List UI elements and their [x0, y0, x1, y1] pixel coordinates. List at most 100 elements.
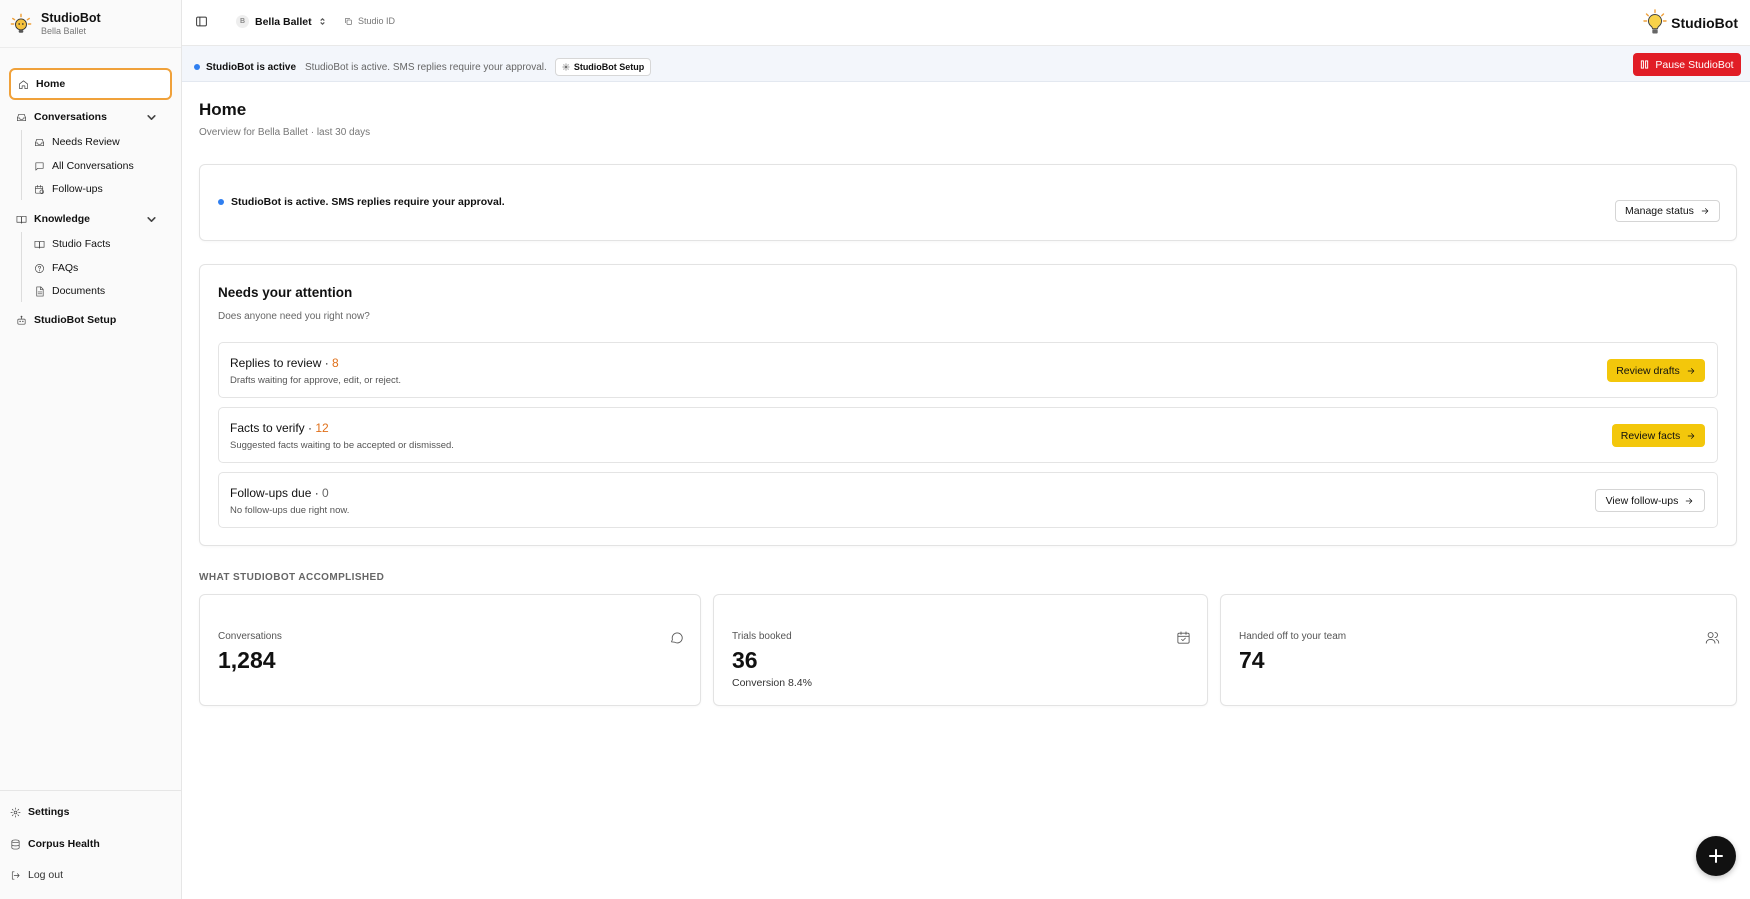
stat-conversion: Conversion 8.4% [732, 677, 812, 689]
studio-id-button[interactable]: Studio ID [344, 16, 395, 26]
studiobot-logo-icon [10, 13, 32, 33]
row-title: Follow-ups due · 0 [230, 486, 329, 500]
arrow-right-icon [1688, 432, 1695, 439]
brand-name: StudioBot [41, 10, 101, 25]
attention-row-follow-ups: Follow-ups due · 0 No follow-ups due rig… [218, 472, 1718, 528]
workspace-name: Bella Ballet [255, 15, 312, 28]
review-facts-button[interactable]: Review facts [1612, 424, 1705, 447]
top-bar: B Bella Ballet Studio ID StudioBot [182, 0, 1750, 46]
chevron-down-icon [147, 216, 156, 222]
row-title-text: Replies to review · [230, 356, 333, 370]
pause-studiobot-button[interactable]: Pause StudioBot [1633, 53, 1741, 76]
inbox-icon [17, 113, 26, 121]
stat-value: 36 [732, 647, 758, 673]
message-square-icon [35, 161, 44, 171]
row-title-text: Follow-ups due · [230, 486, 323, 500]
plus-icon [1709, 849, 1723, 863]
inbox-icon [35, 138, 44, 146]
gear-icon [562, 63, 570, 71]
sidebar-item-follow-ups[interactable]: Follow-ups [34, 183, 103, 195]
attention-subtitle: Does anyone need you right now? [218, 311, 370, 322]
review-drafts-button[interactable]: Review drafts [1607, 359, 1705, 382]
arrow-right-icon [1687, 367, 1695, 374]
add-fab-button[interactable] [1696, 836, 1736, 876]
sidebar-item-home[interactable]: Home [9, 68, 172, 100]
page-subtitle: Overview for Bella Ballet · last 30 days [199, 127, 371, 138]
sidebar-item-label: Settings [28, 806, 70, 818]
book-open-icon [16, 215, 27, 224]
row-description: Suggested facts waiting to be accepted o… [230, 440, 454, 451]
status-dot [218, 199, 224, 205]
row-title: Replies to review · 8 [230, 356, 339, 370]
attention-row-replies: Replies to review · 8 Drafts waiting for… [218, 342, 1718, 398]
sidebar-item-needs-review[interactable]: Needs Review [34, 136, 120, 148]
sidebar-group-label: Conversations [34, 111, 107, 123]
pause-button-label: Pause StudioBot [1655, 58, 1734, 71]
sidebar-item-settings[interactable]: Settings [10, 806, 69, 818]
stat-label: Conversations [218, 631, 282, 642]
row-count: 12 [315, 421, 329, 435]
manage-status-button[interactable]: Manage status [1615, 200, 1720, 222]
sidebar-item-label: Home [36, 78, 66, 90]
bot-icon [17, 315, 26, 325]
stat-card-handoffs: Handed off to your team 74 [1220, 594, 1737, 706]
status-banner: StudioBot is active StudioBot is active.… [182, 46, 1750, 82]
sidebar-item-all-conversations[interactable]: All Conversations [34, 160, 134, 172]
stat-value: 1,284 [218, 647, 276, 673]
button-label: Review facts [1620, 429, 1681, 442]
sidebar-item-studiobot-setup[interactable]: StudioBot Setup [16, 314, 116, 326]
sidebar-item-corpus-health[interactable]: Corpus Health [10, 838, 100, 850]
row-description: Drafts waiting for approve, edit, or rej… [230, 375, 402, 386]
sidebar-item-label: StudioBot Setup [34, 314, 117, 326]
sidebar-item-label: Log out [28, 869, 64, 881]
sidebar-item-documents[interactable]: Documents [34, 285, 105, 297]
row-description: No follow-ups due right now. [230, 505, 350, 516]
pause-icon [1641, 60, 1649, 69]
chevrons-up-down-icon [319, 17, 325, 26]
lightbulb-logo-icon [1643, 9, 1667, 34]
tree-line [21, 232, 22, 302]
studiobot-setup-button[interactable]: StudioBot Setup [554, 58, 652, 76]
sidebar-group-conversations[interactable]: Conversations [16, 110, 182, 124]
row-count: 8 [332, 356, 339, 370]
row-title: Facts to verify · 12 [230, 421, 329, 435]
status-card-text: StudioBot is active. SMS replies require… [231, 196, 505, 208]
users-icon [1705, 632, 1720, 644]
header-logo: StudioBot [1643, 9, 1738, 37]
calendar-clock-icon [35, 184, 44, 194]
button-label: View follow-ups [1605, 494, 1679, 507]
home-icon [19, 79, 28, 89]
sidebar-item-log-out[interactable]: Log out [10, 869, 63, 881]
page-title: Home [199, 100, 247, 119]
brand-studio: Bella Ballet [41, 25, 87, 36]
chevron-down-icon [147, 114, 156, 120]
attention-row-facts: Facts to verify · 12 Suggested facts wai… [218, 407, 1718, 463]
banner-status: StudioBot is active StudioBot is active.… [194, 58, 652, 76]
workspace-badge: B [236, 15, 249, 28]
stat-label: Trials booked [732, 631, 792, 642]
sidebar-item-label: FAQs [52, 262, 79, 274]
button-label: Review drafts [1616, 364, 1680, 377]
banner-status-desc: StudioBot is active. SMS replies require… [305, 61, 547, 73]
stat-label: Handed off to your team [1239, 631, 1347, 642]
book-open-icon [34, 240, 45, 249]
status-card: StudioBot is active. SMS replies require… [199, 164, 1737, 241]
log-out-icon [11, 870, 20, 880]
view-follow-ups-button[interactable]: View follow-ups [1595, 489, 1705, 512]
row-title-text: Facts to verify · [230, 421, 316, 435]
sidebar-item-label: All Conversations [52, 160, 134, 172]
sidebar-item-studio-facts[interactable]: Studio Facts [34, 238, 110, 250]
sidebar-item-label: Documents [52, 285, 106, 297]
sidebar-toggle-button[interactable] [195, 15, 208, 28]
status-dot [194, 64, 200, 70]
sidebar-item-faqs[interactable]: FAQs [34, 262, 78, 274]
stat-card-trials: Trials booked 36 Conversion 8.4% [713, 594, 1208, 706]
manage-status-label: Manage status [1625, 205, 1694, 217]
studio-id-label: Studio ID [358, 16, 396, 26]
chat-bubble-icon [671, 632, 683, 644]
sidebar-divider [0, 790, 182, 791]
sidebar-group-knowledge[interactable]: Knowledge [16, 212, 182, 226]
accomplished-section-label: WHAT STUDIOBOT ACCOMPLISHED [199, 572, 385, 583]
copy-icon [345, 17, 352, 25]
workspace-switcher[interactable]: B Bella Ballet [236, 15, 327, 28]
